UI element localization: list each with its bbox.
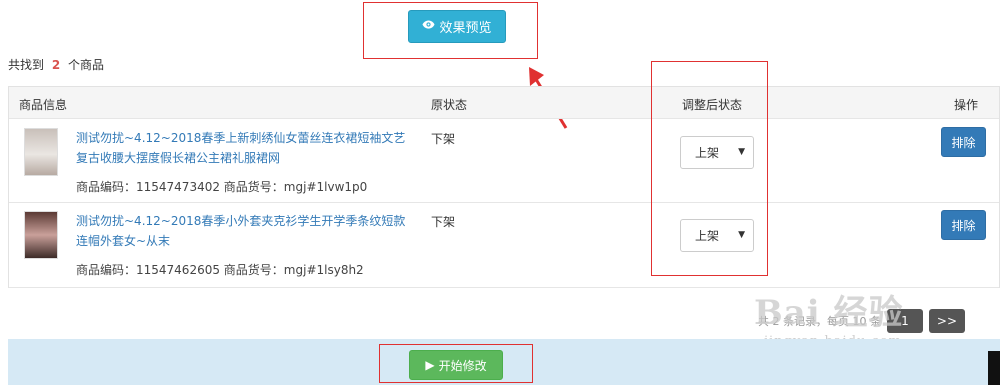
preview-annotation-box: 效果预览 xyxy=(363,2,538,59)
product-thumbnail[interactable] xyxy=(24,128,58,176)
start-button-label: 开始修改 xyxy=(438,358,487,373)
header-action: 操作 xyxy=(954,98,979,112)
table-row: 测试勿扰~4.12~2018春季小外套夹克衫学生开学季条纹短款连帽外套女~从末 … xyxy=(9,203,999,288)
start-modify-button[interactable]: ▶ 开始修改 xyxy=(409,350,503,380)
found-suffix: 个商品 xyxy=(68,58,105,72)
table-row: 测试勿扰~4.12~2018春季上新刺绣仙女蕾丝连衣裙短袖文艺复古收腰大摆度假长… xyxy=(9,120,999,203)
header-original-status: 原状态 xyxy=(431,98,468,112)
page-next-button[interactable]: >> xyxy=(928,309,965,333)
product-codes: 商品编码：11547473402 商品货号：mgj#1lvw1p0 xyxy=(76,180,368,194)
product-title-link[interactable]: 测试勿扰~4.12~2018春季上新刺绣仙女蕾丝连衣裙短袖文艺复古收腰大摆度假长… xyxy=(76,128,416,168)
product-title-link[interactable]: 测试勿扰~4.12~2018春季小外套夹克衫学生开学季条纹短款连帽外套女~从末 xyxy=(76,211,416,251)
product-codes: 商品编码：11547462605 商品货号：mgj#1lsy8h2 xyxy=(76,263,364,277)
watermark-logo: Bai 经验 xyxy=(754,293,904,333)
play-icon: ▶ xyxy=(425,358,435,372)
found-count: 2 xyxy=(51,58,61,72)
result-count: 共找到 2 个商品 xyxy=(8,56,104,73)
table-header: 商品信息 原状态 调整后状态 操作 xyxy=(9,87,999,119)
exclude-button[interactable]: 排除 xyxy=(941,210,986,240)
original-status: 下架 xyxy=(431,132,456,146)
product-table: 商品信息 原状态 调整后状态 操作 测试勿扰~4.12~2018春季上新刺绣仙女… xyxy=(8,86,1000,288)
exclude-button[interactable]: 排除 xyxy=(941,127,986,157)
eye-icon xyxy=(422,19,435,34)
start-annotation-box: ▶ 开始修改 xyxy=(379,344,533,383)
preview-button-label: 效果预览 xyxy=(439,21,492,36)
header-product-info: 商品信息 xyxy=(19,98,68,112)
product-thumbnail[interactable] xyxy=(24,211,58,259)
found-prefix: 共找到 xyxy=(8,58,45,72)
status-annotation-box xyxy=(651,61,768,276)
original-status: 下架 xyxy=(431,215,456,229)
corner-widget xyxy=(988,351,1000,385)
preview-button[interactable]: 效果预览 xyxy=(408,10,506,43)
